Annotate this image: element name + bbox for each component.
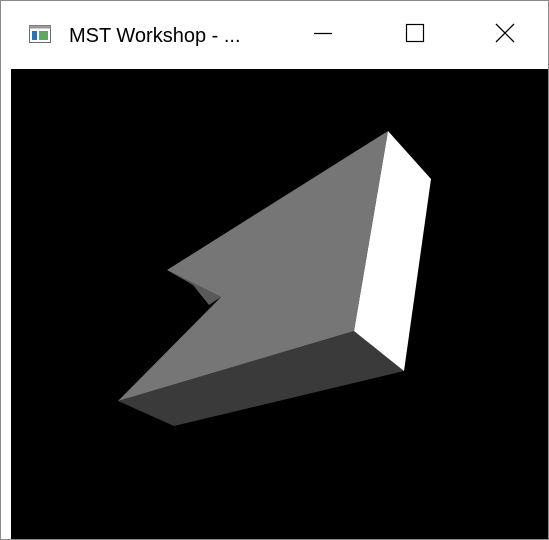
app-window: MST Workshop - ... bbox=[0, 0, 549, 540]
title-bar[interactable]: MST Workshop - ... bbox=[1, 1, 548, 69]
window-title: MST Workshop - ... bbox=[69, 25, 241, 47]
render-viewport[interactable] bbox=[11, 69, 548, 539]
close-button[interactable] bbox=[458, 1, 548, 69]
3d-rendered-prism bbox=[118, 131, 431, 426]
minimize-icon bbox=[313, 23, 333, 48]
maximize-icon bbox=[405, 23, 425, 48]
app-window-icon bbox=[29, 25, 51, 43]
maximize-button[interactable] bbox=[368, 1, 462, 69]
minimize-button[interactable] bbox=[276, 1, 370, 69]
close-icon bbox=[495, 23, 515, 48]
